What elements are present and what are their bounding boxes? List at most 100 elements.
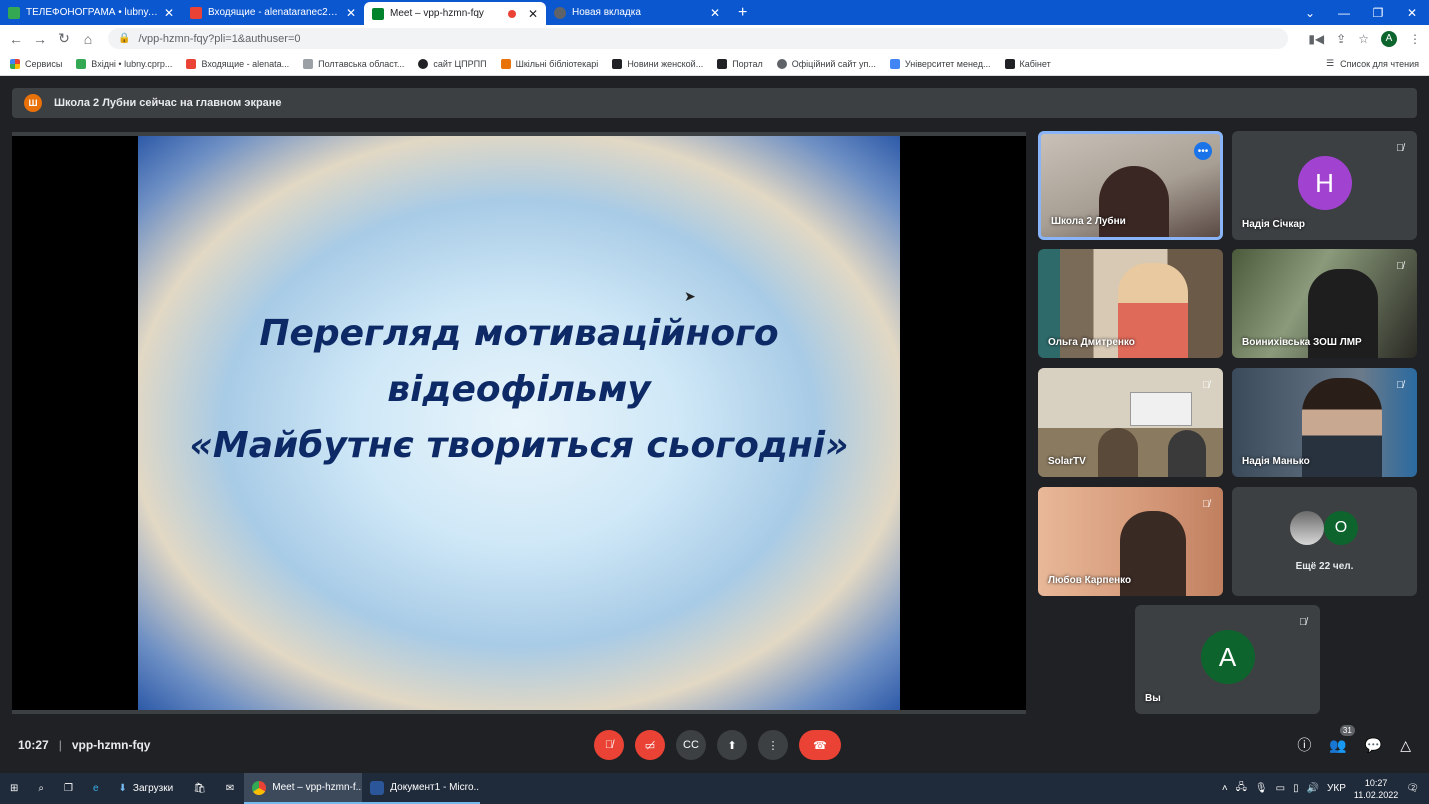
bookmark-item[interactable]: Вхідні • lubny.cprp...: [76, 58, 173, 69]
mic-toggle-button[interactable]: 🎙̸: [594, 730, 624, 760]
battery-icon[interactable]: ▯: [1293, 783, 1299, 794]
reading-list-label: Список для чтения: [1340, 58, 1419, 69]
self-tile[interactable]: A 🎙̸ Вы: [1135, 605, 1320, 714]
mouse-cursor-icon: ➤: [684, 288, 696, 304]
meeting-code: vpp-hzmn-fqy: [71, 738, 151, 752]
chat-icon[interactable]: 💬: [1365, 737, 1382, 754]
activities-icon[interactable]: △: [1400, 737, 1411, 754]
present-button[interactable]: ⬆: [717, 730, 747, 760]
participant-tile[interactable]: Н 🎙̸ Надія Січкар: [1232, 131, 1417, 240]
participant-tile[interactable]: 🎙̸ Любов Карпенко: [1038, 487, 1223, 596]
separator: |: [58, 738, 62, 752]
cloud-icon: [303, 58, 314, 69]
people-icon: 👥: [1329, 736, 1347, 753]
bookmark-item[interactable]: Університет менед...: [889, 58, 991, 69]
gmail-icon: [190, 6, 202, 19]
restore-icon[interactable]: ❐: [1361, 6, 1395, 20]
word-taskbar-button[interactable]: Документ1 - Micro...: [362, 773, 481, 804]
tab-search-icon[interactable]: ⌄: [1293, 6, 1327, 20]
mic-off-icon: 🎙̸: [1396, 260, 1404, 272]
present-screen-icon: ⬆: [727, 739, 737, 752]
close-icon[interactable]: ✕: [346, 6, 356, 20]
new-tab-button[interactable]: +: [728, 0, 757, 25]
close-window-icon[interactable]: ✕: [1395, 6, 1429, 20]
bookmark-item[interactable]: Входящие - alenata...: [186, 58, 289, 69]
bookmark-services[interactable]: Сервисы: [10, 58, 62, 69]
participant-video: [1168, 430, 1206, 477]
people-button[interactable]: 👥 31: [1329, 724, 1355, 754]
tab-new[interactable]: Новая вкладка ✕: [546, 0, 728, 25]
more-vert-icon: ⋮: [767, 739, 779, 752]
display-icon[interactable]: ▭: [1276, 783, 1285, 794]
bookmark-item[interactable]: Портал: [717, 58, 763, 69]
bookmark-item[interactable]: Офіційний сайт уп...: [776, 58, 876, 69]
leave-call-button[interactable]: ☎: [799, 730, 841, 760]
portal-icon: [717, 58, 728, 69]
bookmark-label: Вхідні • lubny.cprp...: [91, 58, 173, 69]
minimize-icon[interactable]: —: [1327, 6, 1361, 20]
tab-telefonograma[interactable]: ТЕЛЕФОНОГРАМА • lubny.cprpp ✕: [0, 0, 182, 25]
bookmark-item[interactable]: Кабінет: [1004, 58, 1051, 69]
info-icon[interactable]: ⓘ: [1297, 735, 1311, 755]
chevron-up-icon[interactable]: ˄: [1222, 783, 1228, 794]
participant-tile[interactable]: ••• Школа 2 Лубни: [1038, 131, 1223, 240]
bookmark-label: Університет менед...: [904, 58, 991, 69]
task-view-icon[interactable]: ❐: [54, 773, 83, 804]
slide-line: відеофільму: [387, 369, 651, 410]
language-indicator[interactable]: УКР: [1327, 783, 1346, 794]
camera-icon[interactable]: ▮◀: [1308, 32, 1324, 46]
search-icon[interactable]: ⌕: [28, 773, 54, 804]
network-icon[interactable]: 🖧: [1236, 780, 1247, 797]
bookmark-item[interactable]: Полтавська област...: [303, 58, 404, 69]
home-icon[interactable]: ⌂: [76, 31, 100, 47]
bookmark-item[interactable]: Новини женской...: [612, 58, 704, 69]
tab-meet[interactable]: Meet – vpp-hzmn-fqy ✕: [364, 2, 546, 25]
forward-icon[interactable]: →: [28, 31, 52, 47]
close-icon[interactable]: ✕: [164, 6, 174, 20]
notifications-button[interactable]: 🗨 2: [1406, 783, 1419, 794]
meeting-info: 10:27 | vpp-hzmn-fqy: [18, 738, 150, 752]
windows-start-icon[interactable]: ⊞: [0, 773, 28, 804]
more-options-button[interactable]: ⋮: [758, 730, 788, 760]
clock[interactable]: 10:27 11.02.2022: [1354, 777, 1398, 801]
participant-tile[interactable]: 🎙̸ Воинихівська ЗОШ ЛМР: [1232, 249, 1417, 358]
bookmark-item[interactable]: Шкільні бібліотекарі: [500, 58, 598, 69]
bookmark-item[interactable]: сайт ЦПРПП: [418, 58, 487, 69]
participant-tile[interactable]: 🎙̸ Надія Манько: [1232, 368, 1417, 477]
mail-icon[interactable]: ✉: [216, 773, 244, 804]
volume-icon[interactable]: 🔊: [1307, 783, 1319, 794]
recording-dot-icon: [507, 9, 516, 18]
slide-title: Перегляд мотиваційного відеофільму «Майб…: [138, 306, 900, 474]
edge-icon[interactable]: e: [83, 773, 109, 804]
profile-avatar[interactable]: A: [1381, 30, 1397, 47]
participant-tile[interactable]: Ольга Дмитренко: [1038, 249, 1223, 358]
tab-inbox[interactable]: Входящие - alenataranec2019@ ✕: [182, 0, 364, 25]
reading-list-button[interactable]: ☰ Список для чтения: [1326, 58, 1419, 69]
reload-icon[interactable]: ↻: [52, 30, 76, 47]
star-icon[interactable]: ☆: [1358, 32, 1369, 46]
participant-avatar: Н: [1297, 156, 1352, 211]
slide-line: Перегляд мотиваційного: [259, 313, 779, 354]
more-participants-tile[interactable]: О Ещё 22 чел.: [1232, 487, 1417, 596]
taskbar-label: Meet – vpp-hzmn-f...: [272, 782, 363, 793]
participant-tile[interactable]: 🎙̸ SolarTV: [1038, 368, 1223, 477]
mic-tray-icon[interactable]: 🎙: [1255, 783, 1268, 794]
participant-name: Любов Карпенко: [1048, 575, 1132, 586]
taskbar-label: Загрузки: [132, 783, 174, 794]
bookmark-label: Новини женской...: [627, 58, 704, 69]
mic-off-icon: 🎙̸: [1396, 142, 1404, 154]
chrome-taskbar-button[interactable]: Meet – vpp-hzmn-f...: [244, 773, 363, 804]
close-icon[interactable]: ✕: [710, 6, 720, 20]
camera-toggle-button[interactable]: ▭̸: [635, 730, 665, 760]
store-icon[interactable]: 🛍: [183, 773, 216, 804]
captions-button[interactable]: CC: [676, 730, 706, 760]
menu-icon[interactable]: ⋮: [1409, 32, 1421, 46]
share-icon[interactable]: ⇪: [1336, 32, 1346, 46]
download-arrow-icon: ⬇: [118, 783, 127, 794]
participant-name: Ольга Дмитренко: [1048, 337, 1135, 348]
downloads-taskbar-button[interactable]: ⬇ Загрузки: [109, 773, 184, 804]
close-icon[interactable]: ✕: [528, 7, 538, 21]
url-input[interactable]: 🔒 /vpp-hzmn-fqy?pli=1&authuser=0: [108, 28, 1288, 49]
back-icon[interactable]: ←: [4, 31, 28, 47]
mic-off-icon: 🎙̸: [1202, 379, 1210, 391]
